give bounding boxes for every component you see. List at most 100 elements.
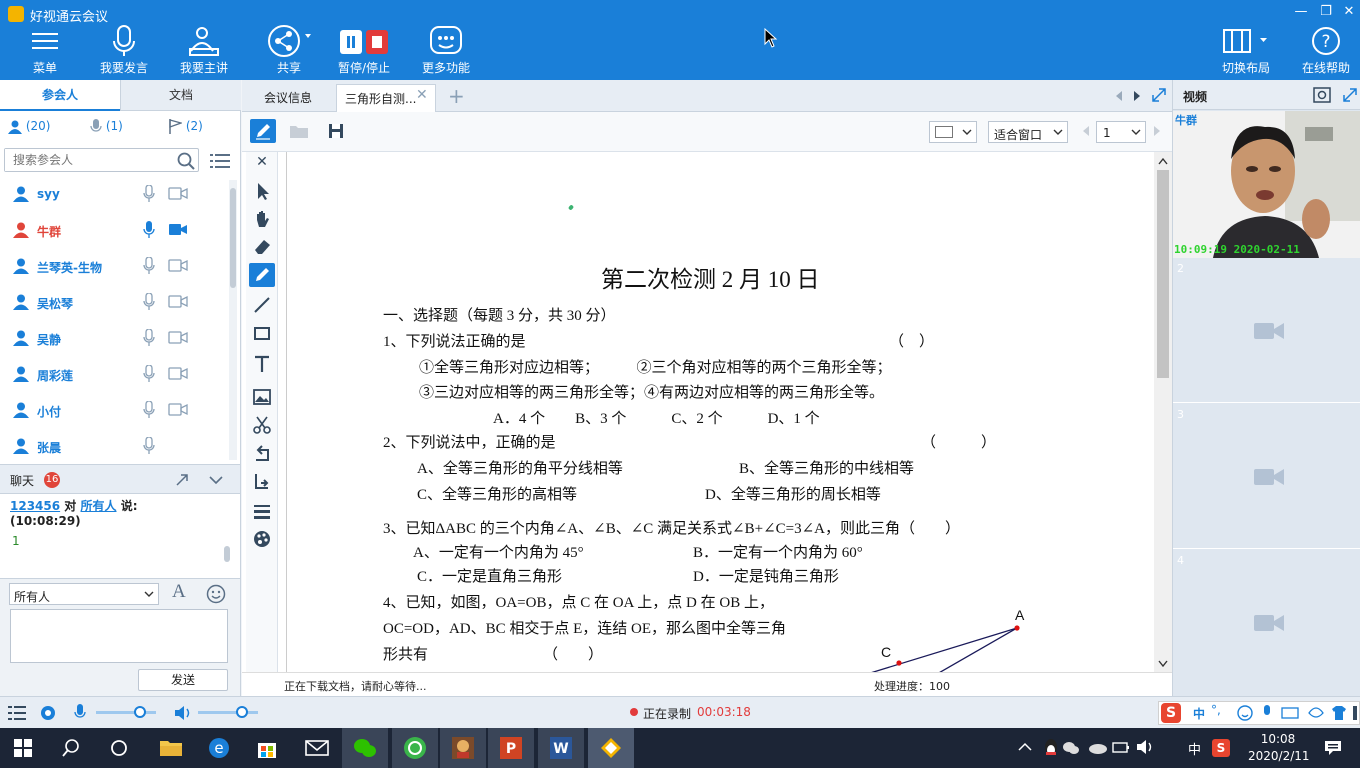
participant-row[interactable]: 小付 bbox=[0, 392, 229, 428]
pen-tool-button[interactable] bbox=[249, 263, 275, 287]
pause-stop-button[interactable]: 暂停/停止 bbox=[334, 24, 394, 78]
microphone-icon[interactable] bbox=[143, 257, 155, 274]
tab-meeting-info[interactable]: 会议信息 bbox=[256, 84, 320, 112]
layout-list-icon[interactable] bbox=[8, 705, 26, 721]
search-icon[interactable] bbox=[177, 152, 195, 170]
microphone-active-icon[interactable] bbox=[143, 221, 155, 238]
taskbar-meeting-app[interactable] bbox=[588, 728, 634, 768]
speaker-volume-slider[interactable] bbox=[198, 706, 258, 718]
scroll-up-icon[interactable] bbox=[1158, 158, 1168, 165]
tab-scroll-left-icon[interactable] bbox=[1114, 90, 1124, 102]
qq-icon[interactable] bbox=[1042, 738, 1060, 758]
taskbar-explorer[interactable] bbox=[148, 728, 194, 768]
mic-volume-knob[interactable] bbox=[134, 706, 146, 718]
taskbar-mail[interactable] bbox=[294, 728, 340, 768]
filter-flagged[interactable]: (2) bbox=[168, 111, 228, 141]
send-button[interactable]: 发送 bbox=[138, 669, 228, 691]
select-arrow-icon[interactable] bbox=[251, 180, 273, 202]
wechat-tray-icon[interactable] bbox=[1062, 740, 1080, 756]
taskbar-store[interactable] bbox=[244, 728, 290, 768]
fullscreen-icon[interactable] bbox=[1152, 88, 1166, 102]
participant-scrollbar[interactable] bbox=[229, 180, 237, 460]
taskbar-search[interactable] bbox=[48, 728, 94, 768]
switch-layout-button[interactable]: 切换布局 bbox=[1218, 24, 1274, 78]
open-folder-icon[interactable] bbox=[289, 123, 309, 139]
minimize-icon[interactable]: — bbox=[1290, 4, 1312, 20]
line-width-icon[interactable] bbox=[251, 500, 273, 522]
image-icon[interactable] bbox=[251, 386, 273, 408]
recipient-select[interactable]: 所有人 bbox=[9, 583, 159, 605]
redo-icon[interactable] bbox=[251, 470, 273, 492]
camera-icon[interactable] bbox=[168, 295, 188, 308]
add-tab-icon[interactable]: + bbox=[448, 84, 465, 108]
chevron-down-icon[interactable] bbox=[209, 475, 223, 485]
zoom-select[interactable]: 适合窗口 bbox=[988, 121, 1068, 143]
emoji-icon[interactable] bbox=[206, 584, 226, 604]
volume-icon[interactable] bbox=[1136, 739, 1154, 755]
microphone-icon[interactable] bbox=[74, 704, 86, 721]
close-tools-icon[interactable]: ✕ bbox=[251, 154, 273, 176]
present-button[interactable]: 我要主讲 bbox=[176, 24, 232, 78]
speaker-icon[interactable] bbox=[174, 705, 192, 721]
filter-all-participants[interactable]: (20) bbox=[8, 111, 78, 141]
line-icon[interactable] bbox=[251, 294, 273, 316]
sogou-logo-icon[interactable]: S bbox=[1161, 703, 1181, 723]
annotate-toggle-button[interactable] bbox=[250, 119, 276, 143]
color-palette-icon[interactable] bbox=[251, 528, 273, 550]
task-view-button[interactable] bbox=[96, 728, 142, 768]
taskbar-word[interactable]: W bbox=[538, 728, 584, 768]
camera-icon[interactable] bbox=[168, 403, 188, 416]
sogou-tray-icon[interactable]: S bbox=[1212, 739, 1230, 757]
participant-row[interactable]: 兰琴英-生物 bbox=[0, 248, 229, 284]
clock[interactable]: 10:08 2020/2/11 bbox=[1248, 731, 1310, 765]
microphone-icon[interactable] bbox=[143, 401, 155, 418]
ime-tools-icon[interactable] bbox=[1351, 705, 1359, 721]
maximize-icon[interactable]: ❐ bbox=[1315, 4, 1337, 20]
save-icon[interactable] bbox=[328, 123, 344, 139]
video-tile-2[interactable]: 2 bbox=[1173, 259, 1360, 403]
start-button[interactable] bbox=[0, 728, 46, 768]
help-button[interactable]: ? 在线帮助 bbox=[1298, 24, 1354, 78]
camera-active-icon[interactable] bbox=[168, 223, 188, 236]
video-tile-3[interactable]: 3 bbox=[1173, 405, 1360, 549]
list-view-icon[interactable] bbox=[210, 153, 230, 169]
battery-icon[interactable] bbox=[1112, 739, 1130, 755]
close-tab-icon[interactable]: ✕ bbox=[416, 87, 428, 103]
more-button[interactable]: 更多功能 bbox=[418, 24, 474, 78]
skin-icon[interactable] bbox=[1307, 705, 1325, 721]
tab-documents[interactable]: 文档 bbox=[120, 80, 241, 111]
taskbar-browser[interactable] bbox=[392, 728, 438, 768]
microphone-icon[interactable] bbox=[143, 293, 155, 310]
close-icon[interactable]: ✕ bbox=[1338, 4, 1360, 20]
participant-row[interactable]: 吴静 bbox=[0, 320, 229, 356]
onedrive-icon[interactable] bbox=[1088, 740, 1108, 754]
taskbar-powerpoint[interactable]: P bbox=[488, 728, 534, 768]
font-style-icon[interactable]: A bbox=[172, 581, 186, 603]
camera-icon[interactable] bbox=[168, 331, 188, 344]
participant-row[interactable]: syy bbox=[0, 176, 229, 212]
microphone-icon[interactable] bbox=[143, 437, 155, 454]
scroll-down-icon[interactable] bbox=[1158, 660, 1168, 667]
page-select[interactable]: 1 bbox=[1096, 121, 1146, 143]
punctuation-icon[interactable]: °, bbox=[1211, 703, 1221, 717]
participant-row[interactable]: 牛群 bbox=[0, 212, 229, 248]
tray-ime-mode[interactable]: 中 bbox=[1188, 739, 1201, 758]
chat-sender[interactable]: 123456 bbox=[10, 499, 60, 513]
hand-icon[interactable] bbox=[251, 208, 273, 230]
filter-speaking[interactable]: (1) bbox=[90, 111, 150, 141]
next-page-icon[interactable] bbox=[1153, 125, 1161, 137]
taskbar-edge[interactable]: e bbox=[196, 728, 242, 768]
speaker-volume-knob[interactable] bbox=[236, 706, 248, 718]
scroll-thumb[interactable] bbox=[1157, 170, 1169, 378]
emoji-icon[interactable] bbox=[1237, 705, 1253, 721]
participant-row[interactable]: 周彩莲 bbox=[0, 356, 229, 392]
eraser-icon[interactable] bbox=[251, 235, 273, 257]
microphone-icon[interactable] bbox=[143, 329, 155, 346]
rectangle-icon[interactable] bbox=[251, 322, 273, 344]
video-tile-1[interactable]: 牛群 10:09:19 2020-02-11 bbox=[1173, 111, 1360, 258]
document-page[interactable]: 第二次检测 2 月 10 日 一、选择题（每题 3 分，共 30 分） 1、下列… bbox=[286, 152, 1154, 672]
search-participants[interactable] bbox=[4, 148, 199, 172]
doc-scrollbar[interactable] bbox=[1154, 152, 1172, 672]
chevron-up-icon[interactable] bbox=[1018, 742, 1032, 752]
voice-input-icon[interactable] bbox=[1261, 705, 1273, 721]
